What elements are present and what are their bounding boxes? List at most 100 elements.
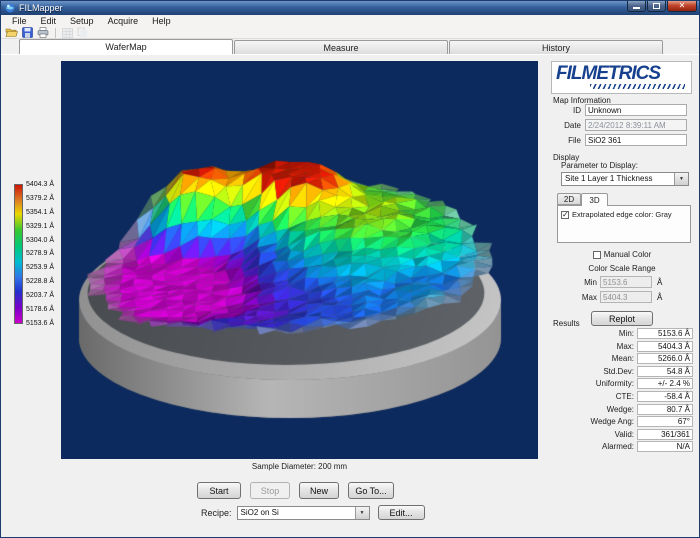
recipe-row: Recipe: SiO2 on Si ▼ Edit... [201,505,425,520]
result-value: -58.4 Å [637,391,693,402]
map-information-group: ID Date File [547,104,695,149]
result-row: Uniformity:+/- 2.4 % [547,378,693,389]
3d-options-panel: Extrapolated edge color: Gray [557,205,691,243]
maximize-button[interactable] [647,1,666,12]
color-scale-label: 5304.0 Å [26,237,54,244]
main-tab-strip: WaferMap Measure History [1,39,700,54]
filmetrics-logo: FILMETRICS [551,61,692,94]
result-label: Wedge Ang: [591,417,634,426]
print-icon[interactable] [37,27,49,38]
save-icon[interactable] [22,27,33,38]
result-row: Valid:361/361 [547,429,693,440]
result-row: Wedge:80.7 Å [547,404,693,415]
chevron-down-icon[interactable]: ▼ [674,173,688,185]
chevron-down-icon[interactable]: ▼ [355,507,369,519]
color-scale-gradient [14,184,23,324]
color-scale-label: 5278.9 Å [26,250,54,257]
result-value: 80.7 Å [637,404,693,415]
wafer-3d-plot[interactable] [61,61,538,459]
color-scale-label: 5404.3 Å [26,181,54,188]
id-field[interactable] [585,104,687,116]
menu-help[interactable]: Help [145,16,178,26]
result-label: Valid: [615,430,634,439]
result-label: CTE: [616,392,634,401]
tab-2d[interactable]: 2D [557,193,581,205]
result-row: Alarmed:N/A [547,441,693,452]
min-label: Min [577,278,597,287]
date-field[interactable] [585,119,687,131]
title-bar: FILMapper ✕ [1,1,700,15]
parameter-value: Site 1 Layer 1 Thickness [562,173,674,185]
min-unit: Å [657,278,662,287]
result-value: 5404.3 Å [637,341,693,352]
new-button[interactable]: New [299,482,339,499]
start-button[interactable]: Start [197,482,241,499]
parameter-to-display-label: Parameter to Display: [561,161,697,170]
goto-button[interactable]: Go To... [348,482,394,499]
stop-button[interactable]: Stop [250,482,290,499]
color-scale-label: 5228.8 Å [26,278,54,285]
display-group: Parameter to Display: Site 1 Layer 1 Thi… [547,161,697,326]
tab-wafermap[interactable]: WaferMap [19,39,233,54]
acquisition-controls: Start Stop New Go To... [197,482,394,499]
view-mode-tabs: 2D 3D [557,193,697,206]
replot-button[interactable]: Replot [591,311,653,326]
tab-3d[interactable]: 3D [581,193,608,206]
result-row: CTE:-58.4 Å [547,391,693,402]
copy-icon[interactable] [77,27,88,38]
sample-diameter-label: Sample Diameter: 200 mm [61,462,538,471]
manual-color-checkbox[interactable] [593,251,601,259]
result-row: Mean:5266.0 Å [547,353,693,364]
color-scale-label: 5178.6 Å [26,306,54,313]
logo-text: FILMETRICS [556,64,691,83]
app-window: FILMapper ✕ File Edit Setup Acquire Help [0,0,700,538]
color-scale-label: 5153.6 Å [26,320,54,327]
menu-file[interactable]: File [5,16,34,26]
result-value: 54.8 Å [637,366,693,377]
menu-setup[interactable]: Setup [63,16,101,26]
tab-measure[interactable]: Measure [234,40,448,54]
result-label: Wedge: [607,405,634,414]
color-scale-label: 5354.1 Å [26,209,54,216]
color-scale-label: 5329.1 Å [26,223,54,230]
toolbar-separator [55,28,56,38]
edit-recipe-button[interactable]: Edit... [378,505,425,520]
extrapolated-edge-label: Extrapolated edge color: Gray [572,210,672,219]
app-icon [5,3,15,13]
tab-history[interactable]: History [449,40,663,54]
manual-color-label: Manual Color [604,250,652,259]
window-title: FILMapper [19,3,63,13]
result-label: Max: [617,342,634,351]
results-group: Min:5153.6 Å Max:5404.3 Å Mean:5266.0 Å … [547,328,693,454]
recipe-dropdown[interactable]: SiO2 on Si ▼ [237,506,370,520]
menu-acquire[interactable]: Acquire [101,16,146,26]
close-icon: ✕ [679,2,686,10]
result-label: Mean: [612,354,634,363]
open-file-icon[interactable] [5,27,18,38]
color-scale-label: 5379.2 Å [26,195,54,202]
result-value: 5266.0 Å [637,353,693,364]
toolbar [1,27,700,39]
result-value: 361/361 [637,429,693,440]
map-grid-icon[interactable] [62,28,73,38]
color-scale-label: 5253.9 Å [26,264,54,271]
extrapolated-edge-checkbox[interactable] [561,211,569,219]
min-field[interactable] [600,276,652,288]
max-field[interactable] [600,291,652,303]
color-scale: 5404.3 Å 5379.2 Å 5354.1 Å 5329.1 Å 5304… [14,184,54,327]
close-button[interactable]: ✕ [667,1,697,12]
result-value: 67° [637,416,693,427]
result-value: N/A [637,441,693,452]
file-label: File [547,136,581,145]
minimize-button[interactable] [627,1,646,12]
result-row: Max:5404.3 Å [547,341,693,352]
result-row: Min:5153.6 Å [547,328,693,339]
file-field[interactable] [585,134,687,146]
menu-edit[interactable]: Edit [34,16,64,26]
result-label: Std.Dev: [603,367,634,376]
result-label: Uniformity: [596,379,634,388]
parameter-dropdown[interactable]: Site 1 Layer 1 Thickness ▼ [561,172,689,186]
menu-bar: File Edit Setup Acquire Help [1,15,700,27]
result-label: Min: [619,329,634,338]
id-label: ID [547,106,581,115]
